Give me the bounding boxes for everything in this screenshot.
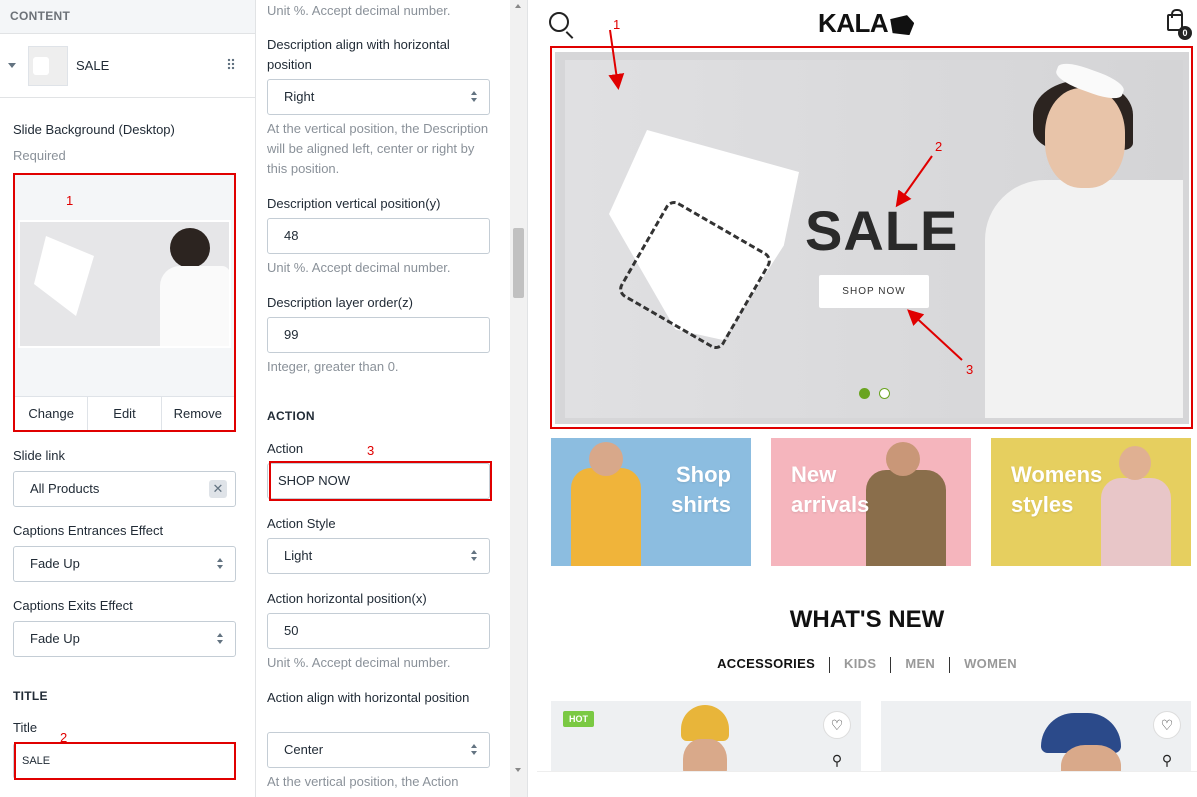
annotation-number: 2 [60, 730, 68, 745]
action-align-select[interactable]: Center [267, 732, 490, 768]
desc-align-help: At the vertical position, the Descriptio… [267, 121, 489, 176]
category-title: Womens styles [1011, 462, 1103, 517]
hot-badge: HOT [563, 711, 594, 727]
category-model-image [866, 470, 946, 566]
action-section-heading: ACTION [267, 409, 315, 423]
annotation-number: 3 [966, 362, 974, 377]
desc-layer-help: Integer, greater than 0. [267, 359, 399, 374]
wishlist-heart-icon[interactable]: ♡ [1153, 711, 1181, 739]
annotation-box-action [269, 461, 492, 501]
category-model-image [1101, 478, 1171, 566]
category-tile-womens[interactable]: Womens styles [991, 438, 1191, 566]
slide-block-label: SALE [76, 58, 110, 73]
clear-icon[interactable]: ✕ [209, 480, 227, 498]
action-hpos-input[interactable]: 50 [267, 613, 490, 649]
tab-men[interactable]: MEN [891, 656, 949, 671]
store-logo[interactable]: KALA [818, 8, 915, 39]
action-label: Action [267, 441, 304, 456]
action-style-label: Action Style [267, 516, 336, 531]
category-title: Shop shirts [671, 462, 731, 517]
slide-block-row[interactable]: SALE [0, 34, 255, 98]
annotation-box-title [14, 742, 236, 780]
title-section-heading: TITLE [13, 689, 48, 703]
annotation-box-image [13, 173, 236, 432]
slide-thumbnail [28, 45, 68, 86]
entrance-effect-select[interactable]: Fade Up [13, 546, 236, 582]
exit-effect-label: Captions Exits Effect [13, 598, 133, 613]
logo-text: KALA [818, 8, 889, 38]
action-hpos-help: Unit %. Accept decimal number. [267, 655, 451, 670]
product-tabs: ACCESSORIES KIDS MEN WOMEN [537, 656, 1197, 673]
tab-accessories[interactable]: ACCESSORIES [703, 656, 829, 671]
annotation-number: 1 [66, 193, 74, 208]
title-label: Title [13, 720, 38, 735]
slide-link-value: All Products [30, 481, 100, 496]
category-tile-shirts[interactable]: Shop shirts [551, 438, 751, 566]
action-style-select[interactable]: Light [267, 538, 490, 574]
slide-link-input[interactable]: All Products ✕ [13, 471, 236, 507]
cart-count-badge: 0 [1178, 26, 1192, 40]
tab-kids[interactable]: KIDS [830, 656, 890, 671]
drag-handle-icon[interactable] [227, 58, 235, 70]
slide-bg-label: Slide Background (Desktop) [13, 122, 175, 137]
unit-help-top: Unit %. Accept decimal number. [267, 3, 451, 18]
desc-vpos-label: Description vertical position(y) [267, 196, 441, 211]
whats-new-heading: WHAT'S NEW [789, 606, 945, 633]
category-model-face [1119, 446, 1151, 480]
annotation-number: 2 [935, 139, 943, 154]
action-hpos-label: Action horizontal position(x) [267, 591, 427, 606]
slide-link-label: Slide link [13, 448, 66, 463]
scroll-up-icon[interactable] [515, 4, 521, 8]
category-model-face [886, 442, 920, 476]
scroll-down-icon[interactable] [515, 768, 521, 772]
section-header: CONTENT [0, 0, 255, 34]
caret-down-icon[interactable] [8, 63, 16, 68]
category-title: New arrivals [791, 462, 870, 517]
product-beanie-image [681, 705, 729, 741]
desc-align-label: Description align with horizontal positi… [267, 37, 450, 72]
annotation-number: 1 [613, 17, 621, 32]
desc-vpos-input[interactable]: 48 [267, 218, 490, 254]
store-header: KALA 0 [537, 0, 1197, 48]
required-text: Required [13, 148, 66, 163]
annotation-number: 3 [367, 443, 375, 458]
desc-layer-input[interactable]: 99 [267, 317, 490, 353]
settings-column: Unit %. Accept decimal number. Descripti… [257, 0, 528, 797]
annotation-box-hero [550, 46, 1193, 429]
search-icon[interactable] [549, 12, 569, 32]
entrance-effect-label: Captions Entrances Effect [13, 523, 164, 538]
category-model-face [589, 442, 623, 476]
desc-layer-label: Description layer order(z) [267, 295, 413, 310]
action-align-help: At the vertical position, the Action [267, 774, 459, 789]
desc-vpos-help: Unit %. Accept decimal number. [267, 260, 451, 275]
category-tile-new-arrivals[interactable]: New arrivals [771, 438, 971, 566]
scroll-thumb[interactable] [513, 228, 524, 298]
mobile-bottom-nav [537, 771, 1197, 797]
exit-effect-select[interactable]: Fade Up [13, 621, 236, 657]
action-align-label: Action align with horizontal position [267, 690, 470, 705]
logo-mark-icon [890, 15, 915, 36]
desc-align-select[interactable]: Right [267, 79, 490, 115]
tab-women[interactable]: WOMEN [950, 656, 1031, 671]
scrollbar[interactable] [510, 0, 527, 797]
category-model-image [571, 468, 641, 566]
wishlist-heart-icon[interactable]: ♡ [823, 711, 851, 739]
